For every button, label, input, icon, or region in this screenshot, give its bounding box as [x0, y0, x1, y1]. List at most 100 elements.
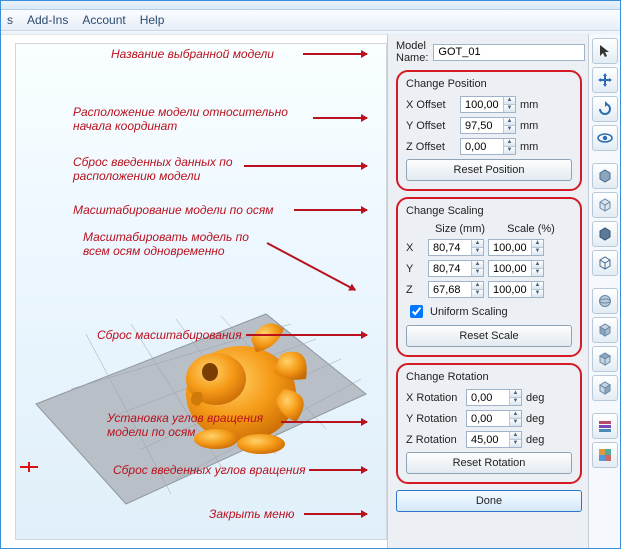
spin-up[interactable]: ▲ — [509, 390, 521, 398]
reset-position-button[interactable]: Reset Position — [406, 159, 572, 181]
annotation-rotation: Установка углов вращения — [107, 411, 263, 425]
unit: deg — [526, 392, 548, 404]
cube-outline-icon[interactable] — [592, 192, 618, 218]
spin-up[interactable]: ▲ — [509, 432, 521, 440]
uniform-scaling-row[interactable]: Uniform Scaling — [406, 302, 572, 321]
annotation-reset-pos-2: расположению модели — [73, 169, 200, 183]
cube-dark-icon[interactable] — [592, 221, 618, 247]
cube-wire-icon[interactable] — [592, 250, 618, 276]
cursor-icon[interactable] — [592, 38, 618, 64]
annotation-done: Закрыть меню — [209, 507, 294, 521]
menu-bar: s Add-Ins Account Help — [1, 10, 620, 31]
iso-side-icon[interactable] — [592, 375, 618, 401]
annotation-rotation-2: модели по осям — [107, 425, 196, 439]
y-offset-label: Y Offset — [406, 120, 456, 132]
spin-down[interactable]: ▼ — [531, 248, 543, 255]
group-rotation-title: Change Rotation — [406, 371, 572, 383]
spin-up[interactable]: ▲ — [471, 282, 483, 290]
annotation-uniform-2: всем осям одновременно — [83, 244, 225, 258]
x-offset-label: X Offset — [406, 99, 456, 111]
spin-down[interactable]: ▼ — [503, 147, 515, 154]
window-titlebar — [1, 1, 620, 10]
layers-icon[interactable] — [592, 413, 618, 439]
group-scaling-title: Change Scaling — [406, 205, 572, 217]
axis-x: X — [406, 242, 424, 254]
spin-down[interactable]: ▼ — [509, 440, 521, 447]
reset-scale-button[interactable]: Reset Scale — [406, 325, 572, 347]
spin-up[interactable]: ▲ — [509, 411, 521, 419]
size-header: Size (mm) — [430, 223, 490, 235]
arrow — [294, 209, 367, 211]
annotation-model-name: Название выбранной модели — [111, 47, 274, 61]
arrow — [304, 513, 367, 515]
annotation-position: Расположение модели относительно — [73, 105, 288, 119]
arrow — [244, 165, 367, 167]
scale-header: Scale (%) — [490, 223, 572, 235]
uniform-scaling-label: Uniform Scaling — [430, 306, 508, 318]
spin-down[interactable]: ▼ — [471, 248, 483, 255]
move-icon[interactable] — [592, 67, 618, 93]
spin-up[interactable]: ▲ — [503, 97, 515, 105]
spin-down[interactable]: ▼ — [531, 269, 543, 276]
sphere-icon[interactable] — [592, 288, 618, 314]
app-window: s Add-Ins Account Help — [0, 0, 621, 549]
spin-up[interactable]: ▲ — [531, 261, 543, 269]
model-name-input[interactable] — [433, 44, 585, 61]
color-icon[interactable] — [592, 442, 618, 468]
spin-down[interactable]: ▼ — [503, 105, 515, 112]
arrow — [309, 469, 367, 471]
iso-front-icon[interactable] — [592, 317, 618, 343]
group-position: Change Position X Offset▲▼mm Y Offset▲▼m… — [396, 70, 582, 191]
right-toolbar — [588, 34, 620, 548]
x-rotation-label: X Rotation — [406, 392, 462, 404]
origin-marker — [18, 460, 40, 474]
spin-up[interactable]: ▲ — [531, 240, 543, 248]
eye-icon[interactable] — [592, 125, 618, 151]
spin-down[interactable]: ▼ — [471, 269, 483, 276]
model-name-label: Model Name: — [396, 40, 428, 64]
unit: mm — [520, 120, 542, 132]
spin-down[interactable]: ▼ — [471, 290, 483, 297]
arrow — [303, 53, 367, 55]
arrow — [281, 421, 367, 423]
spin-down[interactable]: ▼ — [509, 398, 521, 405]
menu-help[interactable]: Help — [140, 13, 165, 27]
unit: deg — [526, 413, 548, 425]
uniform-scaling-checkbox[interactable] — [410, 305, 423, 318]
cube-solid-icon[interactable] — [592, 163, 618, 189]
properties-panel: Model Name: Change Position X Offset▲▼mm… — [387, 34, 588, 548]
group-rotation: Change Rotation X Rotation▲▼deg Y Rotati… — [396, 363, 582, 484]
axis-z: Z — [406, 284, 424, 296]
spin-down[interactable]: ▼ — [531, 290, 543, 297]
menu-prefix: s — [7, 13, 13, 27]
menu-account[interactable]: Account — [82, 13, 125, 27]
annotation-position-2: начала координат — [73, 119, 177, 133]
spin-down[interactable]: ▼ — [509, 419, 521, 426]
menu-addins[interactable]: Add-Ins — [27, 13, 68, 27]
y-rotation-label: Y Rotation — [406, 413, 462, 425]
annotation-scaling: Масштабирование модели по осям — [73, 203, 274, 217]
iso-top-icon[interactable] — [592, 346, 618, 372]
viewport-3d[interactable]: Название выбранной модели Расположение м… — [1, 34, 387, 548]
rotate-icon[interactable] — [592, 96, 618, 122]
spin-up[interactable]: ▲ — [503, 118, 515, 126]
group-scaling: Change Scaling Size (mm)Scale (%) X▲▼▲▼ … — [396, 197, 582, 357]
spin-up[interactable]: ▲ — [531, 282, 543, 290]
unit: mm — [520, 141, 542, 153]
unit: deg — [526, 434, 548, 446]
reset-rotation-button[interactable]: Reset Rotation — [406, 452, 572, 474]
annotation-reset-pos: Сброс введенных данных по — [73, 155, 233, 169]
spin-up[interactable]: ▲ — [471, 261, 483, 269]
annotation-reset-rot: Сброс введенных углов вращения — [113, 463, 306, 477]
annotation-reset-scale: Сброс масштабирования — [97, 328, 242, 342]
spin-up[interactable]: ▲ — [503, 139, 515, 147]
arrow — [246, 334, 367, 336]
axis-y: Y — [406, 263, 424, 275]
annotation-uniform: Масштабировать модель по — [83, 230, 249, 244]
z-rotation-label: Z Rotation — [406, 434, 462, 446]
done-button[interactable]: Done — [396, 490, 582, 512]
spin-up[interactable]: ▲ — [471, 240, 483, 248]
arrow — [313, 117, 367, 119]
spin-down[interactable]: ▼ — [503, 126, 515, 133]
group-position-title: Change Position — [406, 78, 572, 90]
